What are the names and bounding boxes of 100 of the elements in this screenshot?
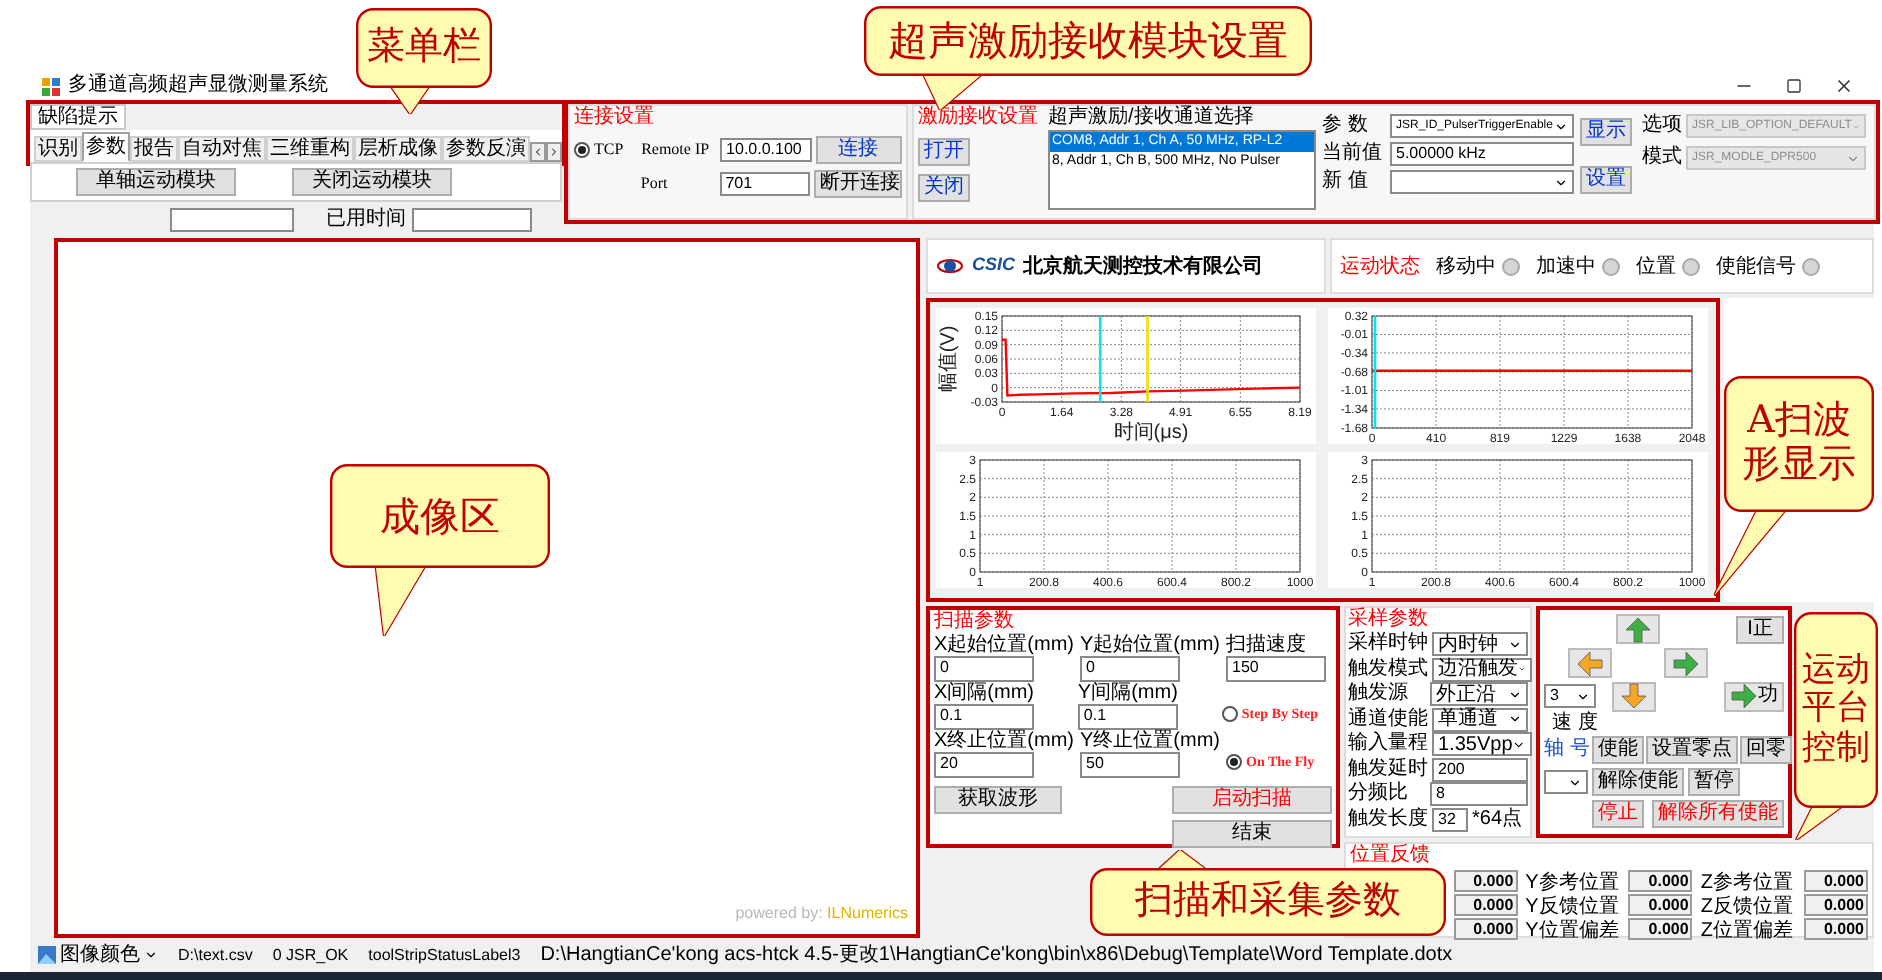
arrow-left-icon — [1576, 649, 1604, 677]
indicator-label: 移动中 — [1436, 253, 1496, 281]
chevron-left-icon — [532, 146, 544, 158]
input-field[interactable]: 0.1 — [934, 704, 1034, 730]
tab[interactable]: 参数 — [82, 132, 130, 162]
right-arrow-button[interactable] — [1664, 648, 1708, 678]
tab[interactable]: 参数反演 — [442, 136, 530, 162]
indicator-label: 加速中 — [1536, 253, 1596, 281]
radio-button[interactable] — [1221, 706, 1238, 722]
input-field[interactable]: 8 — [1430, 782, 1528, 807]
radio-button[interactable] — [574, 142, 590, 158]
group-title: 连接设置 — [574, 106, 656, 130]
axis-title: 幅值(V) — [938, 325, 960, 393]
chevron-down-icon — [144, 948, 158, 962]
input-field[interactable] — [170, 207, 294, 231]
dropdown[interactable]: 1.35Vpp — [1432, 732, 1532, 757]
tab[interactable]: 三维重构 — [266, 136, 354, 162]
credit-label: powered by: ILNumerics — [735, 902, 908, 926]
status-text: toolStripStatusLabel3 — [368, 943, 521, 967]
field-label: X起始位置(mm) — [934, 634, 1074, 656]
close-icon[interactable] — [1834, 76, 1854, 96]
arrow-up-icon — [1624, 615, 1652, 643]
input-field[interactable]: 200 — [1432, 757, 1528, 782]
input-field[interactable]: 32 — [1432, 807, 1468, 832]
button[interactable]: 单轴运动模块 — [76, 168, 236, 196]
unit-label: *64点 — [1472, 805, 1523, 835]
indicator-label: 位置 — [1636, 253, 1676, 281]
value-field: 0.000 — [1453, 917, 1518, 939]
field-label: 选项 — [1642, 114, 1682, 138]
button[interactable]: 结束 — [1172, 820, 1332, 848]
color-dropdown-button[interactable]: 图像颜色 — [38, 943, 158, 967]
button[interactable]: 设置 — [1580, 166, 1632, 194]
axis-label: 轴 号 — [1544, 738, 1590, 762]
dropdown[interactable]: 边沿触发 — [1432, 657, 1532, 682]
left-arrow-button[interactable] — [1568, 648, 1612, 678]
window-title: 多通道高频超声显微测量系统 — [68, 74, 328, 98]
chevron-right-icon — [548, 146, 560, 158]
down-arrow-button[interactable] — [1612, 681, 1656, 711]
button[interactable]: 断开连接 — [814, 170, 902, 198]
callout-label: 扫描和采集参数 — [1135, 880, 1401, 924]
value-field[interactable]: 5.00000 kHz — [1390, 142, 1574, 166]
field-label: Z参考位置 — [1700, 872, 1793, 894]
dropdown[interactable]: 3 — [1544, 684, 1596, 708]
input-field[interactable]: 20 — [934, 752, 1034, 778]
input-field[interactable]: 10.0.0.100 — [720, 138, 811, 162]
tab[interactable]: 识别 — [34, 136, 82, 162]
radio-button[interactable] — [1226, 754, 1242, 770]
input-field[interactable]: 150 — [1226, 656, 1326, 682]
button[interactable]: 连接 — [815, 136, 902, 164]
speed-label: 速 度 — [1552, 712, 1598, 734]
button[interactable]: 设置零点 — [1645, 736, 1738, 764]
tab[interactable]: 报告 — [130, 136, 178, 162]
button[interactable]: 回零 — [1739, 736, 1792, 764]
dropdown[interactable]: 外正沿 — [1430, 682, 1528, 707]
input-field[interactable]: 0.1 — [1077, 704, 1178, 730]
cursor-line — [1372, 316, 1376, 428]
jog-button[interactable]: 功 — [1724, 681, 1784, 711]
button[interactable]: 关闭 — [918, 174, 970, 202]
tab[interactable]: 自动对焦 — [178, 136, 266, 162]
input-field[interactable]: 0 — [1080, 656, 1180, 682]
button[interactable]: 打开 — [918, 138, 970, 166]
scroll-right-button[interactable] — [546, 142, 562, 162]
value-field: 0.000 — [1453, 869, 1518, 891]
button[interactable]: I正 — [1736, 615, 1784, 643]
button[interactable]: 暂停 — [1688, 768, 1740, 796]
field-label: Y反馈位置 — [1525, 896, 1619, 918]
button[interactable]: 解除使能 — [1592, 768, 1684, 796]
chevron-down-icon — [1554, 119, 1568, 133]
value-field: 0.000 — [1628, 869, 1693, 891]
chevron-down-icon — [1576, 689, 1590, 703]
arrow-right-icon — [1730, 682, 1758, 710]
tab[interactable]: 层析成像 — [354, 136, 442, 162]
panel-tab[interactable]: 缺陷提示 — [30, 104, 126, 130]
input-field[interactable]: 701 — [719, 172, 810, 196]
field-label: 采样时钟 — [1348, 632, 1428, 657]
elapsed-label: 已用时间 — [326, 205, 406, 234]
app-icon — [42, 77, 60, 95]
list-title: 超声激励/接收通道选择 — [1048, 106, 1256, 130]
field-label: Z反馈位置 — [1700, 896, 1793, 918]
dropdown[interactable]: 单通道 — [1432, 707, 1528, 732]
button[interactable]: 关闭运动模块 — [292, 168, 452, 196]
group-title: 位置反馈 — [1350, 844, 1432, 868]
dropdown[interactable]: 内时钟 — [1432, 632, 1528, 657]
value-field: 0.000 — [1453, 893, 1518, 915]
input-field[interactable]: 0 — [934, 656, 1034, 682]
input-field[interactable]: 50 — [1080, 752, 1180, 778]
field-label: 通道使能 — [1348, 707, 1428, 731]
dropdown[interactable] — [1544, 770, 1588, 794]
button[interactable]: 获取波形 — [934, 786, 1062, 814]
field-label: Y参考位置 — [1525, 872, 1619, 894]
logo-text: CSIC — [972, 252, 1016, 279]
maximize-icon[interactable] — [1786, 78, 1802, 94]
up-arrow-button[interactable] — [1616, 614, 1660, 644]
radio-label: TCP — [594, 138, 624, 162]
input-field[interactable] — [412, 207, 532, 231]
button[interactable]: 使能 — [1591, 736, 1644, 764]
scroll-left-button[interactable] — [530, 142, 546, 162]
button[interactable]: 显示 — [1580, 118, 1632, 146]
dropdown[interactable] — [1390, 170, 1574, 194]
callout-label: A扫波形显示 — [1740, 400, 1858, 488]
